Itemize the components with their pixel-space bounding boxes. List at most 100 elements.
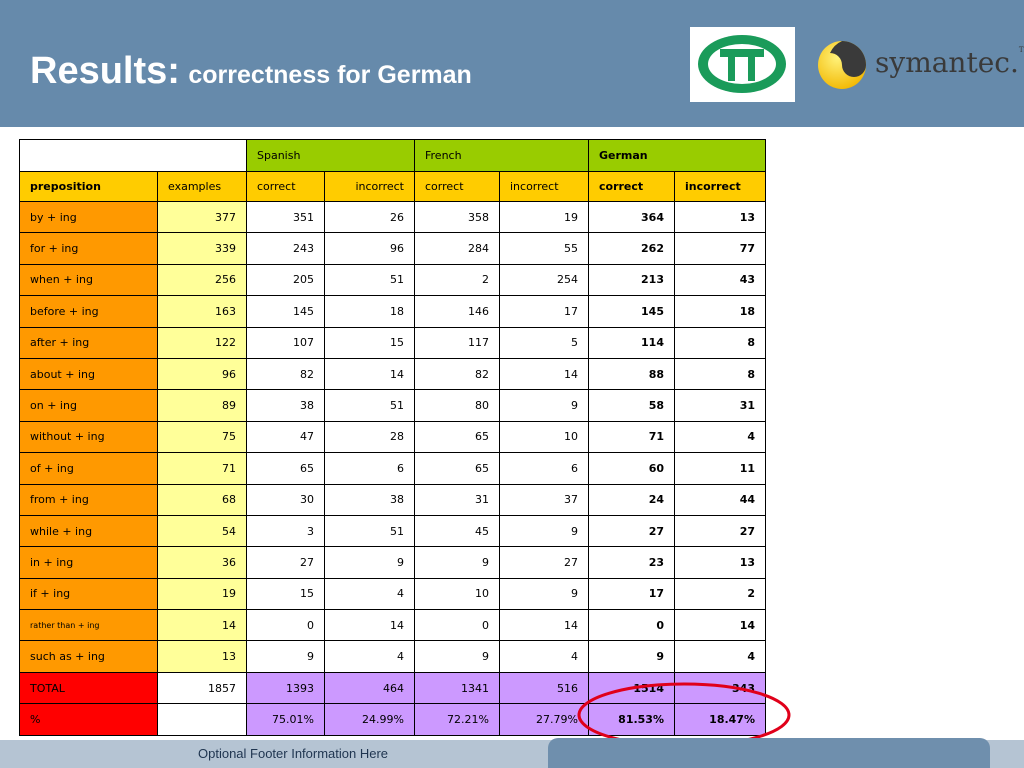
table-row: of + ing 71 65 6 65 6 60 11 — [19, 452, 766, 485]
preposition-cell: in + ing — [19, 546, 158, 579]
tt-logo-icon — [698, 35, 786, 93]
de-correct-cell: 114 — [588, 326, 675, 359]
de-correct-cell: 17 — [588, 577, 675, 611]
header-fr-correct: correct — [414, 171, 500, 202]
fr-incorrect-cell: 6 — [499, 452, 589, 485]
group-spanish: Spanish — [246, 139, 415, 172]
de-incorrect-cell: 43 — [674, 263, 766, 297]
fr-incorrect-cell: 5 — [499, 326, 589, 359]
title-sub: correctness for German — [188, 61, 472, 89]
es-correct-cell: 243 — [246, 232, 325, 265]
examples-cell: 256 — [157, 263, 247, 297]
es-correct-cell: 27 — [246, 546, 325, 579]
fr-incorrect-cell: 27 — [499, 546, 589, 579]
table-row: on + ing 89 38 51 80 9 58 31 — [19, 389, 766, 422]
de-correct-cell: 88 — [588, 357, 675, 391]
table-row: after + ing 122 107 15 117 5 114 8 — [19, 326, 766, 359]
es-incorrect-cell: 38 — [324, 483, 415, 516]
examples-cell: 96 — [157, 357, 247, 391]
es-incorrect-cell: 15 — [324, 326, 415, 359]
fr-correct-cell: 146 — [414, 295, 500, 328]
group-french: French — [414, 139, 589, 172]
results-table: Spanish French German preposition exampl… — [19, 139, 766, 736]
symantec-tm: TM — [1018, 46, 1024, 54]
preposition-cell: from + ing — [19, 483, 158, 516]
es-incorrect-cell: 96 — [324, 232, 415, 265]
preposition-cell: when + ing — [19, 263, 158, 297]
fr-correct-cell: 117 — [414, 326, 500, 359]
percent-es-incorrect: 24.99% — [324, 703, 415, 736]
es-correct-cell: 145 — [246, 295, 325, 328]
es-incorrect-cell: 6 — [324, 452, 415, 485]
percent-es-correct: 75.01% — [246, 703, 325, 736]
symantec-logo: symantec.TM — [815, 38, 1024, 92]
subheader-row: preposition examples correct incorrect c… — [19, 171, 766, 202]
examples-cell: 68 — [157, 483, 247, 516]
total-fr-correct: 1341 — [414, 671, 500, 705]
table-row: while + ing 54 3 51 45 9 27 27 — [19, 514, 766, 548]
fr-correct-cell: 31 — [414, 483, 500, 516]
fr-incorrect-cell: 37 — [499, 483, 589, 516]
fr-correct-cell: 2 — [414, 263, 500, 297]
fr-correct-cell: 9 — [414, 546, 500, 579]
es-incorrect-cell: 26 — [324, 200, 415, 234]
fr-incorrect-cell: 9 — [499, 577, 589, 611]
title-main: Results: — [30, 50, 180, 92]
table-row: by + ing 377 351 26 358 19 364 13 — [19, 200, 766, 234]
slide-title: Results: correctness for German — [30, 50, 472, 93]
examples-cell: 14 — [157, 609, 247, 642]
examples-cell: 163 — [157, 295, 247, 328]
table-row: when + ing 256 205 51 2 254 213 43 — [19, 263, 766, 297]
fr-correct-cell: 45 — [414, 514, 500, 548]
empty-corner-cell — [19, 139, 247, 172]
group-header-row: Spanish French German — [19, 139, 766, 172]
fr-correct-cell: 10 — [414, 577, 500, 611]
de-incorrect-cell: 11 — [674, 452, 766, 485]
es-correct-cell: 0 — [246, 609, 325, 642]
es-correct-cell: 107 — [246, 326, 325, 359]
es-incorrect-cell: 4 — [324, 577, 415, 611]
de-incorrect-cell: 8 — [674, 326, 766, 359]
es-incorrect-cell: 14 — [324, 609, 415, 642]
de-incorrect-cell: 14 — [674, 609, 766, 642]
examples-cell: 36 — [157, 546, 247, 579]
fr-incorrect-cell: 17 — [499, 295, 589, 328]
percent-label: % — [19, 703, 158, 736]
footer-text: Optional Footer Information Here — [198, 746, 389, 761]
es-incorrect-cell: 18 — [324, 295, 415, 328]
es-incorrect-cell: 51 — [324, 389, 415, 422]
de-incorrect-cell: 31 — [674, 389, 766, 422]
fr-incorrect-cell: 14 — [499, 357, 589, 391]
symantec-logo-icon — [818, 41, 866, 89]
examples-cell: 13 — [157, 640, 247, 673]
table-row: in + ing 36 27 9 9 27 23 13 — [19, 546, 766, 579]
fr-incorrect-cell: 14 — [499, 609, 589, 642]
de-correct-cell: 24 — [588, 483, 675, 516]
percent-examples-empty — [157, 703, 247, 736]
fr-correct-cell: 82 — [414, 357, 500, 391]
table-row: before + ing 163 145 18 146 17 145 18 — [19, 295, 766, 328]
table-row: from + ing 68 30 38 31 37 24 44 — [19, 483, 766, 516]
footer-accent — [548, 738, 990, 768]
preposition-cell: about + ing — [19, 357, 158, 391]
preposition-cell: rather than + ing — [19, 609, 158, 642]
examples-cell: 54 — [157, 514, 247, 548]
results-table-container: Spanish French German preposition exampl… — [19, 139, 766, 736]
de-incorrect-cell: 8 — [674, 357, 766, 391]
de-correct-cell: 262 — [588, 232, 675, 265]
de-correct-cell: 60 — [588, 452, 675, 485]
es-correct-cell: 82 — [246, 357, 325, 391]
fr-incorrect-cell: 254 — [499, 263, 589, 297]
es-correct-cell: 15 — [246, 577, 325, 611]
fr-incorrect-cell: 4 — [499, 640, 589, 673]
preposition-cell: such as + ing — [19, 640, 158, 673]
es-incorrect-cell: 14 — [324, 357, 415, 391]
fr-incorrect-cell: 19 — [499, 200, 589, 234]
es-correct-cell: 205 — [246, 263, 325, 297]
fr-correct-cell: 358 — [414, 200, 500, 234]
es-correct-cell: 351 — [246, 200, 325, 234]
de-correct-cell: 213 — [588, 263, 675, 297]
examples-cell: 377 — [157, 200, 247, 234]
es-incorrect-cell: 28 — [324, 420, 415, 454]
de-correct-cell: 27 — [588, 514, 675, 548]
